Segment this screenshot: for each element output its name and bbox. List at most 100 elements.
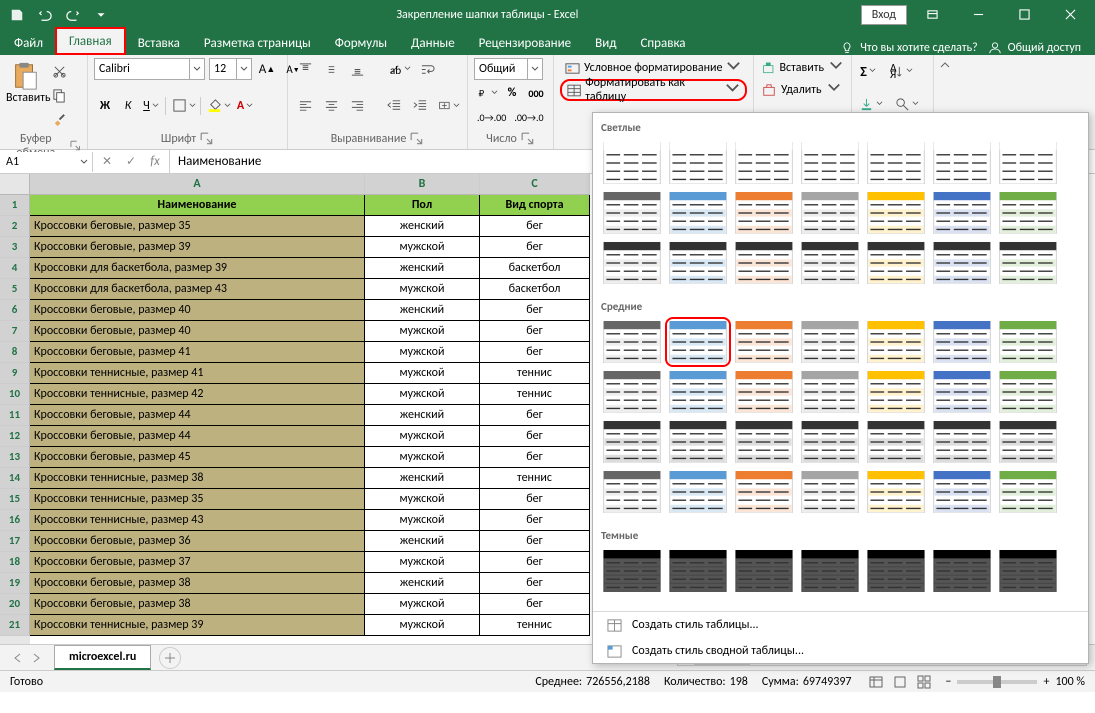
table-style-thumb[interactable]: [865, 369, 927, 415]
row-header[interactable]: 11: [0, 405, 30, 426]
table-style-thumb[interactable]: [799, 469, 861, 515]
wrap-text-button[interactable]: [416, 58, 438, 80]
table-row[interactable]: Кроссовки беговые, размер 38женскийбег: [30, 573, 590, 594]
table-style-thumb[interactable]: [667, 240, 729, 286]
table-style-thumb[interactable]: [733, 369, 795, 415]
col-header-a[interactable]: A: [30, 174, 365, 195]
name-box[interactable]: [0, 152, 93, 172]
tab-review[interactable]: Рецензирование: [467, 31, 583, 55]
bold-button[interactable]: Ж: [94, 95, 116, 117]
table-row[interactable]: Кроссовки теннисные, размер 38женскийтен…: [30, 468, 590, 489]
row-header[interactable]: 15: [0, 489, 30, 510]
table-row[interactable]: Кроссовки беговые, размер 36женскийбег: [30, 531, 590, 552]
table-style-thumb[interactable]: [733, 240, 795, 286]
table-row[interactable]: Кроссовки теннисные, размер 43мужскойбег: [30, 510, 590, 531]
paste-button[interactable]: Вставить: [6, 57, 44, 119]
increase-indent-button[interactable]: [409, 95, 431, 117]
table-style-thumb[interactable]: [865, 190, 927, 236]
table-header-row[interactable]: Наименование Пол Вид спорта: [30, 195, 590, 216]
save-button[interactable]: [4, 2, 30, 28]
tab-help[interactable]: Справка: [628, 31, 697, 55]
table-style-thumb[interactable]: [799, 419, 861, 465]
row-header[interactable]: 4: [0, 258, 30, 279]
new-sheet-button[interactable]: [159, 647, 181, 669]
table-style-thumb[interactable]: [865, 140, 927, 186]
ribbon-display-options[interactable]: [911, 0, 953, 29]
dialog-launcher-icon[interactable]: [200, 132, 214, 146]
comma-button[interactable]: 000: [525, 82, 547, 104]
table-style-thumb[interactable]: [601, 319, 663, 365]
row-header[interactable]: 14: [0, 468, 30, 489]
table-style-thumb[interactable]: [931, 140, 993, 186]
table-style-thumb[interactable]: [997, 240, 1059, 286]
zoom-slider[interactable]: [957, 680, 1037, 684]
table-style-thumb[interactable]: [997, 369, 1059, 415]
table-style-thumb[interactable]: [799, 240, 861, 286]
table-style-thumb[interactable]: [667, 190, 729, 236]
table-style-thumb[interactable]: [667, 548, 729, 594]
undo-button[interactable]: [32, 2, 58, 28]
table-style-thumb[interactable]: [667, 419, 729, 465]
close-button[interactable]: [1049, 0, 1091, 29]
table-style-thumb[interactable]: [799, 319, 861, 365]
table-row[interactable]: Кроссовки теннисные, размер 41мужскойтен…: [30, 363, 590, 384]
table-style-thumb[interactable]: [997, 469, 1059, 515]
table-style-thumb[interactable]: [733, 140, 795, 186]
dialog-launcher-icon[interactable]: [410, 132, 424, 146]
table-style-thumb[interactable]: [997, 190, 1059, 236]
number-format-combo[interactable]: [474, 58, 543, 80]
table-style-thumb[interactable]: [799, 548, 861, 594]
row-header[interactable]: 21: [0, 615, 30, 636]
table-style-thumb[interactable]: [601, 140, 663, 186]
new-pivot-style-button[interactable]: Создать стиль сводной таблицы...: [593, 638, 1088, 664]
align-middle-button[interactable]: [320, 58, 342, 80]
tab-insert[interactable]: Вставка: [126, 31, 192, 55]
qat-customize[interactable]: [88, 2, 114, 28]
row-header[interactable]: 19: [0, 573, 30, 594]
table-style-thumb[interactable]: [799, 190, 861, 236]
sign-in-button[interactable]: Вход: [861, 5, 907, 25]
table-row[interactable]: Кроссовки беговые, размер 41мужскойбег: [30, 342, 590, 363]
table-style-thumb[interactable]: [667, 369, 729, 415]
table-style-thumb[interactable]: [667, 319, 729, 365]
tab-formulas[interactable]: Формулы: [323, 31, 399, 55]
table-style-thumb[interactable]: [799, 369, 861, 415]
table-style-thumb[interactable]: [931, 240, 993, 286]
copy-button[interactable]: [48, 84, 70, 106]
normal-view-button[interactable]: [865, 672, 887, 692]
tab-page-layout[interactable]: Разметка страницы: [192, 31, 323, 55]
collapse-ribbon-button[interactable]: [939, 59, 951, 75]
table-style-thumb[interactable]: [733, 469, 795, 515]
table-style-thumb[interactable]: [799, 140, 861, 186]
tab-view[interactable]: Вид: [583, 31, 628, 55]
percent-button[interactable]: %: [501, 82, 523, 104]
table-style-thumb[interactable]: [601, 369, 663, 415]
new-table-style-button[interactable]: Создать стиль таблицы...: [593, 612, 1088, 638]
table-style-thumb[interactable]: [931, 419, 993, 465]
font-name-combo[interactable]: [94, 58, 205, 80]
zoom-level[interactable]: 100 %: [1055, 675, 1085, 689]
font-color-button[interactable]: A: [233, 95, 255, 117]
table-style-thumb[interactable]: [997, 140, 1059, 186]
select-all-corner[interactable]: [0, 174, 30, 195]
format-painter-button[interactable]: [48, 108, 70, 130]
maximize-button[interactable]: [1003, 0, 1045, 29]
increase-font-button[interactable]: A▲: [256, 58, 278, 80]
table-style-thumb[interactable]: [601, 469, 663, 515]
table-style-thumb[interactable]: [601, 190, 663, 236]
orientation-button[interactable]: ab: [384, 58, 412, 80]
table-row[interactable]: Кроссовки беговые, размер 37мужскойбег: [30, 552, 590, 573]
table-style-thumb[interactable]: [997, 419, 1059, 465]
decrease-decimal-button[interactable]: .00→.0: [511, 107, 546, 129]
row-header[interactable]: 10: [0, 384, 30, 405]
align-center-button[interactable]: [320, 95, 342, 117]
underline-button[interactable]: Ч: [140, 95, 162, 117]
table-style-thumb[interactable]: [733, 319, 795, 365]
enter-formula-button[interactable]: ✓: [121, 152, 141, 172]
sort-filter-button[interactable]: AЯ: [886, 60, 916, 82]
merge-button[interactable]: [435, 95, 461, 117]
minimize-button[interactable]: [957, 0, 999, 29]
table-row[interactable]: Кроссовки беговые, размер 44женскийбег: [30, 405, 590, 426]
col-header-c[interactable]: C: [480, 174, 590, 195]
row-header[interactable]: 20: [0, 594, 30, 615]
